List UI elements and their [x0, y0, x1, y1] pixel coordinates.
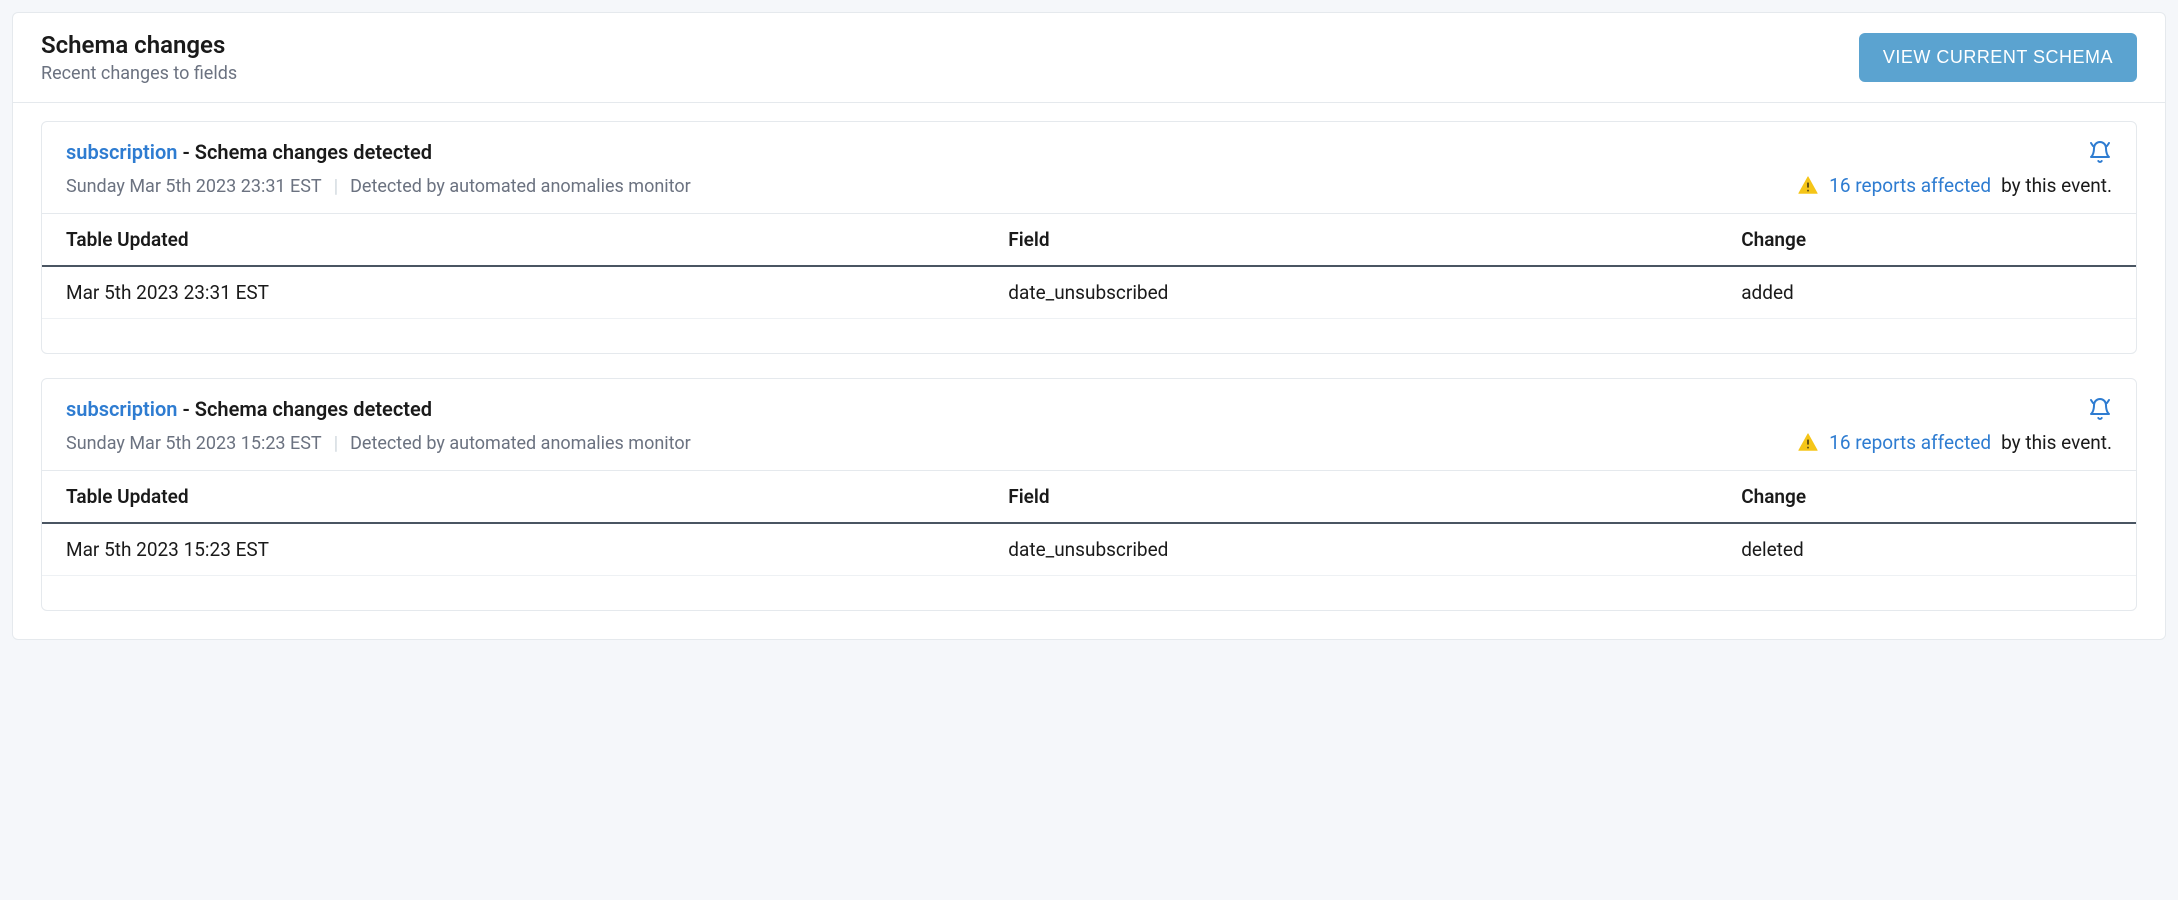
- event-meta: Sunday Mar 5th 2023 15:23 EST | Detected…: [42, 431, 2136, 470]
- event-timestamp: Sunday Mar 5th 2023 23:31 EST: [66, 176, 322, 197]
- event-detected-by: Detected by automated anomalies monitor: [350, 176, 691, 197]
- schema-change-event: subscription - Schema changes detected S…: [41, 378, 2137, 611]
- event-table-wrap: Table Updated Field Change Mar 5th 2023 …: [42, 470, 2136, 610]
- bell-alert-icon[interactable]: [2088, 140, 2112, 168]
- title-separator: -: [182, 140, 194, 164]
- event-meta: Sunday Mar 5th 2023 23:31 EST | Detected…: [42, 174, 2136, 213]
- col-header-field: Field: [984, 214, 1717, 267]
- schema-change-table: Table Updated Field Change Mar 5th 2023 …: [42, 213, 2136, 319]
- col-header-updated: Table Updated: [42, 214, 984, 267]
- bell-alert-icon[interactable]: [2088, 397, 2112, 425]
- reports-affected-row: 16 reports affected by this event.: [1797, 174, 2112, 197]
- col-header-updated: Table Updated: [42, 471, 984, 524]
- col-header-change: Change: [1717, 471, 2136, 524]
- event-title: Schema changes detected: [195, 397, 432, 421]
- cell-change: added: [1717, 266, 2136, 319]
- reports-affected-row: 16 reports affected by this event.: [1797, 431, 2112, 454]
- panel-body: subscription - Schema changes detected S…: [13, 103, 2165, 639]
- reports-affected-link[interactable]: 16 reports affected: [1829, 174, 1991, 197]
- table-header-row: Table Updated Field Change: [42, 471, 2136, 524]
- panel-title: Schema changes: [41, 31, 237, 59]
- col-header-field: Field: [984, 471, 1717, 524]
- reports-affected-link[interactable]: 16 reports affected: [1829, 431, 1991, 454]
- col-header-change: Change: [1717, 214, 2136, 267]
- panel-header-text: Schema changes Recent changes to fields: [41, 31, 237, 84]
- table-header-row: Table Updated Field Change: [42, 214, 2136, 267]
- reports-affected-suffix: by this event.: [2001, 174, 2112, 197]
- event-meta-left: Sunday Mar 5th 2023 23:31 EST | Detected…: [66, 176, 691, 197]
- cell-updated: Mar 5th 2023 23:31 EST: [42, 266, 984, 319]
- event-meta-left: Sunday Mar 5th 2023 15:23 EST | Detected…: [66, 433, 691, 454]
- schema-change-table: Table Updated Field Change Mar 5th 2023 …: [42, 470, 2136, 576]
- entity-link[interactable]: subscription: [66, 397, 177, 421]
- schema-changes-panel: Schema changes Recent changes to fields …: [12, 12, 2166, 640]
- reports-affected-suffix: by this event.: [2001, 431, 2112, 454]
- event-table-wrap: Table Updated Field Change Mar 5th 2023 …: [42, 213, 2136, 353]
- cell-change: deleted: [1717, 523, 2136, 576]
- view-current-schema-button[interactable]: VIEW CURRENT SCHEMA: [1859, 33, 2137, 82]
- schema-change-event: subscription - Schema changes detected S…: [41, 121, 2137, 354]
- panel-subtitle: Recent changes to fields: [41, 63, 237, 84]
- cell-field: date_unsubscribed: [984, 266, 1717, 319]
- panel-header: Schema changes Recent changes to fields …: [13, 13, 2165, 103]
- cell-updated: Mar 5th 2023 15:23 EST: [42, 523, 984, 576]
- table-row: Mar 5th 2023 15:23 EST date_unsubscribed…: [42, 523, 2136, 576]
- event-title-row: subscription - Schema changes detected: [66, 140, 432, 164]
- event-head: subscription - Schema changes detected: [42, 122, 2136, 168]
- event-detected-by: Detected by automated anomalies monitor: [350, 433, 691, 454]
- event-title-row: subscription - Schema changes detected: [66, 397, 432, 421]
- table-row: Mar 5th 2023 23:31 EST date_unsubscribed…: [42, 266, 2136, 319]
- event-timestamp: Sunday Mar 5th 2023 15:23 EST: [66, 433, 322, 454]
- warning-icon: [1797, 432, 1819, 454]
- warning-icon: [1797, 175, 1819, 197]
- title-separator: -: [182, 397, 194, 421]
- cell-field: date_unsubscribed: [984, 523, 1717, 576]
- meta-divider: |: [334, 176, 338, 197]
- meta-divider: |: [334, 433, 338, 454]
- event-head: subscription - Schema changes detected: [42, 379, 2136, 425]
- event-title: Schema changes detected: [195, 140, 432, 164]
- entity-link[interactable]: subscription: [66, 140, 177, 164]
